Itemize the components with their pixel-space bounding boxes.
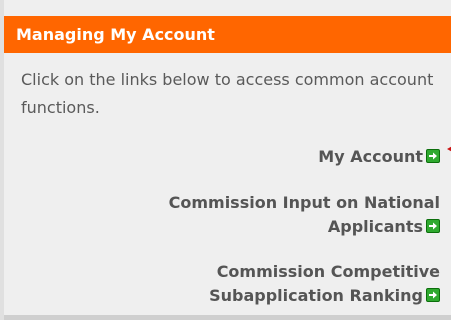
- intro-text: Click on the links below to access commo…: [21, 70, 434, 117]
- competitive-ranking-link-line2: Subapplication Ranking: [209, 286, 423, 305]
- commission-input-national-applicants-link[interactable]: Commission Input on National Applicants: [169, 191, 440, 239]
- panel-title: Managing My Account: [4, 16, 451, 53]
- green-arrow-icon: [426, 288, 440, 302]
- red-pointer-arrow-icon: [447, 144, 451, 154]
- commission-competitive-subapplication-ranking-link[interactable]: Commission Competitive Subapplication Ra…: [209, 260, 440, 308]
- green-arrow-icon: [426, 219, 440, 233]
- managing-account-panel: Managing My Account Click on the links b…: [0, 0, 451, 320]
- green-arrow-icon: [426, 149, 440, 163]
- competitive-ranking-link-line1: Commission Competitive: [216, 262, 440, 281]
- panel-bottom-divider: [4, 315, 451, 320]
- commission-input-link-line2: Applicants: [327, 217, 423, 236]
- my-account-link-label: My Account: [318, 147, 423, 166]
- commission-input-link-line1: Commission Input on National: [168, 193, 440, 212]
- my-account-link[interactable]: My Account: [318, 145, 440, 169]
